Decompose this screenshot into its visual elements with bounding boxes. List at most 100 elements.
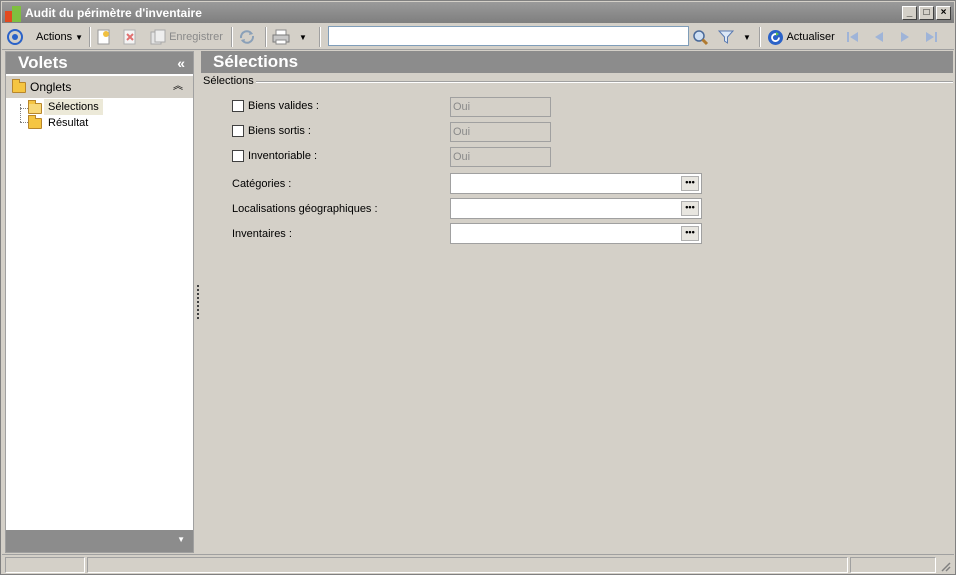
sync-icon [239, 30, 255, 44]
field-value [451, 177, 454, 189]
ellipsis-icon: ••• [685, 227, 695, 237]
tree-item-label: Résultat [48, 117, 89, 129]
biens-valides-checkbox[interactable] [232, 100, 244, 113]
inventaires-browse-button[interactable]: ••• [681, 226, 699, 241]
new-document-icon [97, 29, 110, 45]
actions-label: Actions [36, 31, 73, 43]
save-button[interactable]: Enregistrer [150, 27, 223, 47]
window-title: Audit du périmètre d'inventaire [25, 6, 202, 20]
toolbar-separator [231, 27, 233, 47]
inventoriable-checkbox-row[interactable]: Inventoriable : [232, 149, 317, 163]
ellipsis-icon: ••• [685, 177, 695, 187]
tree-item-selections[interactable]: Sélections [44, 99, 103, 115]
toolbar-separator [319, 27, 321, 47]
first-icon [847, 32, 858, 43]
application-window: Audit du périmètre d'inventaire _ □ × Ac… [0, 0, 956, 575]
toolbar-separator [759, 27, 761, 47]
categories-browse-button[interactable]: ••• [681, 176, 699, 191]
inventaires-field[interactable]: ••• [450, 223, 702, 244]
volets-panel: Volets « Onglets ︽ Sélections Résultat ▼ [5, 51, 194, 553]
dropdown-arrow-icon: ▼ [299, 33, 307, 42]
print-button[interactable] [272, 27, 290, 47]
save-label: Enregistrer [169, 31, 223, 43]
collapse-section-icon[interactable]: ︽ [173, 76, 183, 98]
next-record-button[interactable] [897, 27, 913, 47]
search-icon [693, 29, 709, 45]
biens-sortis-checkbox[interactable] [232, 125, 244, 138]
field-value [451, 227, 454, 239]
previous-record-button[interactable] [871, 27, 887, 47]
refresh-label: Actualiser [786, 31, 835, 43]
search-input[interactable] [328, 26, 689, 46]
dropdown-arrow-icon: ▼ [75, 33, 84, 42]
localisations-field[interactable]: ••• [450, 198, 702, 219]
first-record-button[interactable] [845, 27, 861, 47]
field-value [451, 202, 454, 214]
delete-icon [123, 29, 136, 45]
biens-valides-checkbox-row[interactable]: Biens valides : [232, 99, 319, 113]
resize-grip-icon[interactable] [939, 560, 951, 572]
categories-field[interactable]: ••• [450, 173, 702, 194]
filter-icon [718, 30, 734, 45]
last-record-button[interactable] [923, 27, 939, 47]
localisations-browse-button[interactable]: ••• [681, 201, 699, 216]
last-icon [926, 32, 937, 43]
refresh-button[interactable]: Actualiser [767, 27, 835, 47]
checkbox-label: Biens valides : [248, 100, 319, 112]
page-title: Sélections [213, 52, 299, 71]
actions-menu-button[interactable]: Actions ▼ [36, 27, 83, 47]
delete-button[interactable] [123, 27, 137, 47]
toolbar-separator [89, 27, 91, 47]
maximize-icon: □ [923, 7, 930, 18]
filter-dropdown-button[interactable]: ▼ [743, 27, 751, 47]
panel-splitter[interactable] [197, 285, 199, 319]
inventoriable-checkbox[interactable] [232, 150, 244, 163]
title-bar[interactable]: Audit du périmètre d'inventaire _ □ × [2, 2, 954, 23]
page-title-bar: Sélections [201, 51, 953, 73]
minimize-button[interactable]: _ [902, 6, 917, 20]
tree-connector [20, 104, 21, 122]
folder-icon [12, 79, 26, 93]
search-button[interactable] [692, 27, 709, 47]
toolbar: Actions ▼ Enregistrer ▼ ▼ Actualiser [2, 24, 954, 50]
maximize-button[interactable]: □ [919, 6, 934, 20]
collapse-panel-icon[interactable]: « [177, 52, 185, 74]
ellipsis-icon: ••• [685, 202, 695, 212]
tree-item-label: Sélections [48, 101, 99, 113]
print-dropdown-button[interactable]: ▼ [299, 27, 307, 47]
tree-item-resultat[interactable]: Résultat [48, 115, 88, 131]
inventoriable-value: Oui [450, 147, 551, 167]
status-cell [5, 557, 85, 573]
previous-icon [875, 32, 883, 43]
minimize-icon: _ [906, 7, 913, 18]
sync-button[interactable] [238, 27, 256, 47]
volets-title: Volets [18, 53, 68, 72]
biens-valides-value: Oui [450, 97, 551, 117]
navigate-button[interactable] [7, 27, 23, 47]
folder-icon [28, 115, 42, 129]
checkbox-label: Inventoriable : [248, 150, 318, 162]
dropdown-arrow-icon: ▼ [743, 33, 751, 42]
status-cell [87, 557, 848, 573]
next-icon [901, 32, 909, 43]
onglets-label: Onglets [30, 80, 72, 94]
biens-sortis-checkbox-row[interactable]: Biens sortis : [232, 124, 311, 138]
target-icon [7, 29, 23, 46]
categories-label: Catégories : [232, 178, 292, 190]
group-label: Sélections [203, 75, 254, 87]
refresh-icon [768, 29, 783, 45]
toolbar-separator [265, 27, 267, 47]
volets-header: Volets « [6, 52, 193, 74]
localisations-label: Localisations géographiques : [232, 203, 378, 215]
open-folder-icon [28, 100, 42, 114]
printer-icon [272, 29, 290, 45]
inventaires-label: Inventaires : [232, 228, 292, 240]
onglets-section-header[interactable]: Onglets ︽ [6, 76, 193, 98]
close-icon: × [940, 7, 947, 18]
save-icon [150, 29, 166, 45]
volets-footer: ▼ [6, 530, 193, 552]
close-button[interactable]: × [936, 6, 951, 20]
footer-dropdown-icon[interactable]: ▼ [177, 535, 185, 544]
new-button[interactable] [97, 27, 111, 47]
filter-button[interactable] [718, 27, 734, 47]
